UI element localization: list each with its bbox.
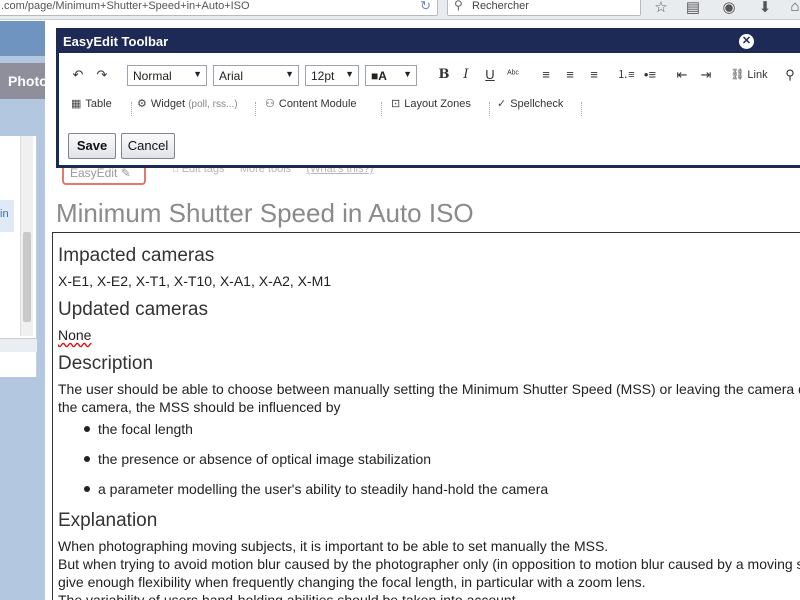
font-family-select[interactable]: Arial ▼ [213,65,299,86]
home-icon[interactable]: ⌂ [786,0,800,15]
font-size-select[interactable]: 12pt ▼ [305,65,359,86]
browser-toolbar: .com/page/Minimum+Shutter+Speed+in+Auto+… [0,0,800,20]
spellcheck-label: Spellcheck [510,98,564,110]
explanation-line-3: give enough flexibility when frequently … [58,574,646,590]
url-text: .com/page/Minimum+Shutter+Speed+in+Auto+… [1,0,250,12]
editor-content-area[interactable]: Impacted cameras X-E1, X-E2, X-T1, X-T10… [52,232,800,600]
separator [131,102,132,116]
easyedit-toolbar-dialog: EasyEdit Toolbar ✕ ↶ ↷ Normal ▼ Arial ▼ … [56,28,800,168]
bookmark-star-icon[interactable]: ☆ [652,0,670,16]
download-icon[interactable]: ⬇ [756,0,774,16]
widget-button[interactable]: ⚙ Widget (poll, rss...) [137,97,238,110]
updated-heading: Updated cameras [58,299,800,321]
chevron-down-icon: ▼ [193,69,202,79]
cancel-button[interactable]: Cancel [121,133,175,159]
align-right-icon[interactable]: ≡ [585,64,603,86]
reload-icon[interactable]: ↻ [420,0,431,14]
explanation-heading: Explanation [58,510,158,531]
chevron-down-icon: ▼ [403,69,412,79]
description-list: the focal length the presence or absence… [84,420,800,498]
layout-zones-icon: ⊡ [391,98,401,110]
easyedit-label: EasyEdit [70,166,118,180]
content-module-button[interactable]: ⚇ Content Module [265,97,357,110]
updated-heading-text: Updated cameras [58,299,208,320]
explanation-line-1: When photographing moving subjects, it i… [58,538,609,554]
layout-zones-button[interactable]: ⊡ Layout Zones [391,97,471,110]
indent-icon[interactable]: ⇥ [697,64,715,86]
outdent-icon[interactable]: ⇤ [673,64,691,86]
pencil-icon: ✎ [120,166,131,180]
side-scroll-thumb[interactable] [23,232,31,322]
save-button[interactable]: Save [68,133,116,159]
spellcheck-icon: ✓ [497,98,507,110]
description-line-1: The user should be able to choose betwee… [58,381,800,397]
widget-hint: (poll, rss...) [188,99,238,110]
side-panel-footer [0,338,37,352]
browser-search-input[interactable]: ⚲ Rechercher [447,0,641,16]
page-title: Minimum Shutter Speed in Auto ISO [56,198,474,228]
content-module-label: Content Module [278,98,357,110]
close-icon[interactable]: ✕ [739,34,754,49]
table-label: Table [85,98,112,110]
updated-value: None [58,327,92,343]
link-label: Link [747,69,768,81]
search-icon: ⚲ [454,0,463,12]
numbered-list-icon[interactable]: ⒈≡ [617,64,635,86]
bullet-list-icon[interactable]: •≡ [641,64,659,86]
url-bar[interactable]: .com/page/Minimum+Shutter+Speed+in+Auto+… [0,0,438,16]
widget-icon: ⚙ [137,98,147,110]
chevron-down-icon: ▼ [285,69,294,79]
paragraph-style-select[interactable]: Normal ▼ [127,65,207,86]
spellcheck-button[interactable]: ✓ Spellcheck [497,97,563,110]
side-highlight-item[interactable]: in [0,200,14,232]
search-icon[interactable]: ⚲ [781,64,799,86]
font-family-value: Arial [219,69,244,83]
impacted-text: X-E1, X-E2, X-T1, X-T10, X-A1, X-A2, X-M… [58,273,332,289]
paragraph-style-value: Normal [133,69,172,83]
search-placeholder: Rechercher [472,0,529,12]
chain-link-icon: ⛓ [730,69,745,81]
impacted-heading: Impacted cameras [58,245,215,266]
list-item: the focal length [84,420,800,438]
separator [255,102,256,116]
explanation-line-4: The variability of users hand-holding ab… [58,592,520,600]
italic-icon[interactable]: I [457,64,475,86]
side-scrollbar[interactable] [20,136,33,336]
dialog-title: EasyEdit Toolbar [59,31,800,53]
list-item: the presence or absence of optical image… [84,450,800,468]
explanation-line-2: But when trying to avoid motion blur cau… [58,556,800,572]
content-module-icon: ⚇ [265,98,275,110]
link-button[interactable]: ⛓ Link [729,64,769,86]
list-item: a parameter modelling the user's ability… [84,480,800,498]
bold-icon[interactable]: B [435,64,453,86]
description-heading: Description [58,353,154,374]
align-left-icon[interactable]: ≡ [537,64,555,86]
separator [489,102,490,116]
undo-icon[interactable]: ↶ [69,64,87,86]
separator [581,102,582,116]
table-button[interactable]: ▦ Table [71,97,112,110]
align-center-icon[interactable]: ≡ [561,64,579,86]
layout-zones-label: Layout Zones [404,98,471,110]
table-icon: ▦ [71,98,82,110]
separator [381,102,382,116]
updated-text: None [58,326,800,344]
chevron-down-icon: ▼ [345,69,354,79]
text-color-select[interactable]: ■A ▼ [365,65,417,86]
font-size-value: 12pt [311,69,335,83]
color-swatch-icon: ■A [371,69,387,83]
widget-label: Widget [150,98,186,110]
underline-icon[interactable]: U [481,64,499,86]
reading-list-icon[interactable]: ▤ [684,0,702,16]
description-line-2: the camera, the MSS should be influenced… [58,399,341,415]
pocket-icon[interactable]: ◉ [720,0,738,16]
redo-icon[interactable]: ↷ [93,64,111,86]
clear-format-icon[interactable]: ᴬᵇᶜ [503,64,523,86]
